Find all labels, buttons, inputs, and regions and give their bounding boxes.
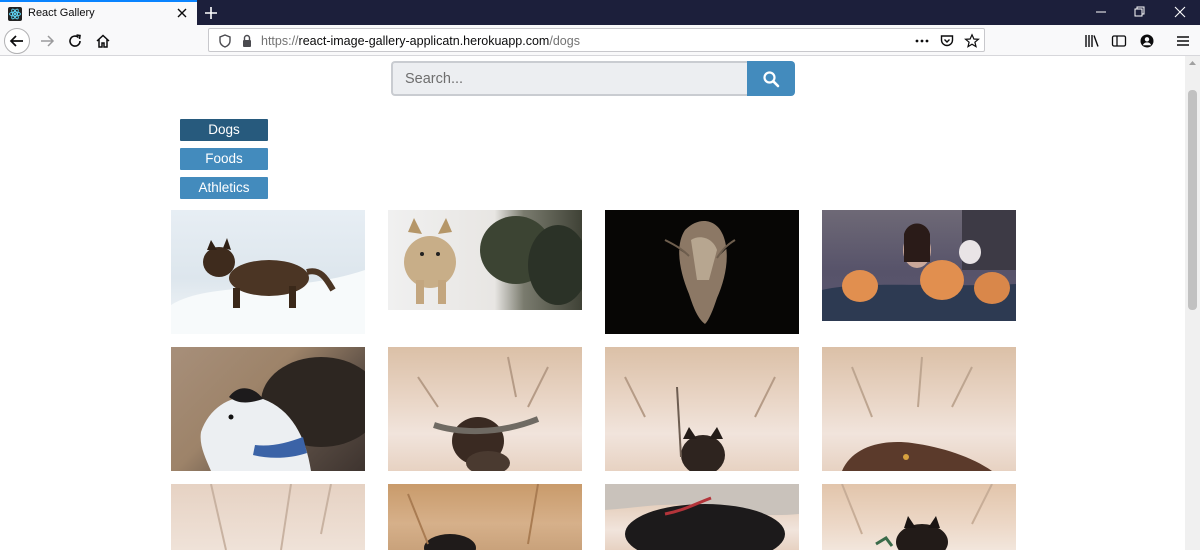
back-button[interactable] (4, 28, 30, 54)
gallery-photo[interactable] (171, 210, 365, 334)
gallery-photo[interactable] (388, 347, 582, 471)
url-text: https://react-image-gallery-applicatn.he… (261, 34, 580, 48)
dog-photo-image (605, 484, 799, 550)
tab-react-gallery[interactable]: React Gallery (0, 0, 197, 25)
gallery-photo[interactable] (171, 484, 365, 550)
gallery-photo[interactable] (388, 210, 582, 310)
library-icon[interactable] (1084, 33, 1100, 49)
reload-icon (69, 34, 81, 47)
tab-strip: React Gallery (0, 0, 1200, 25)
dog-photo-image (624, 376, 776, 471)
address-bar[interactable]: https://react-image-gallery-applicatn.he… (208, 28, 985, 52)
navigation-toolbar: https://react-image-gallery-applicatn.he… (0, 25, 1200, 56)
dog-photo-image (404, 216, 582, 305)
gallery-photo[interactable] (822, 347, 1016, 471)
url-prefix: https:// (261, 34, 299, 48)
tab-title: React Gallery (28, 7, 95, 19)
nav-foods-button[interactable]: Foods (180, 148, 268, 170)
gallery-photo[interactable] (605, 210, 799, 334)
account-icon[interactable] (1139, 33, 1155, 49)
page-content: Dogs Foods Athletics (0, 56, 1185, 550)
reload-button[interactable] (62, 28, 88, 54)
dog-photo-image (841, 484, 993, 550)
nav-dogs-button[interactable]: Dogs (180, 119, 268, 141)
forward-button[interactable] (34, 28, 60, 54)
dog-photo-image (664, 220, 736, 324)
dog-photo-image (417, 356, 549, 471)
close-tab-icon[interactable] (174, 5, 190, 21)
dog-photo-image (171, 238, 365, 334)
search-input[interactable] (391, 61, 749, 96)
gallery-photo[interactable] (388, 484, 582, 550)
category-nav: Dogs Foods Athletics (180, 119, 268, 206)
home-icon (96, 34, 110, 48)
gallery-photo[interactable] (605, 347, 799, 471)
close-window-icon[interactable] (1171, 4, 1189, 20)
gallery-photo[interactable] (605, 484, 799, 550)
search-button[interactable] (747, 61, 795, 96)
bookmark-star-icon[interactable] (964, 33, 980, 49)
search-icon (763, 70, 780, 87)
page-scrollbar[interactable] (1185, 56, 1200, 550)
minimize-icon[interactable] (1092, 4, 1110, 20)
search-form (391, 61, 796, 96)
dog-photo-image (822, 210, 1016, 321)
scroll-up-arrow-icon[interactable] (1188, 59, 1197, 67)
shield-icon[interactable] (217, 33, 233, 49)
dog-photo-image (200, 357, 365, 471)
lock-icon[interactable] (239, 33, 255, 49)
pocket-icon[interactable] (939, 33, 955, 49)
dog-photo-image (210, 484, 332, 550)
new-tab-icon[interactable] (200, 2, 222, 24)
nav-athletics-button[interactable]: Athletics (180, 177, 268, 199)
dog-photo-image (842, 356, 992, 471)
menu-icon[interactable] (1175, 33, 1191, 49)
gallery-photo[interactable] (822, 484, 1016, 550)
arrow-right-icon (41, 35, 55, 47)
gallery-photo[interactable] (171, 347, 365, 471)
gallery-photo[interactable] (822, 210, 1016, 321)
arrow-left-icon (9, 35, 23, 47)
dog-photo-image (407, 484, 539, 550)
url-path: /dogs (549, 34, 580, 48)
home-button[interactable] (90, 28, 116, 54)
sidebar-icon[interactable] (1111, 33, 1127, 49)
restore-icon[interactable] (1130, 4, 1148, 20)
url-host: react-image-gallery-applicatn.herokuapp.… (298, 34, 550, 48)
more-actions-icon[interactable] (914, 33, 930, 49)
react-logo-icon (8, 7, 22, 21)
scrollbar-thumb[interactable] (1188, 90, 1197, 310)
